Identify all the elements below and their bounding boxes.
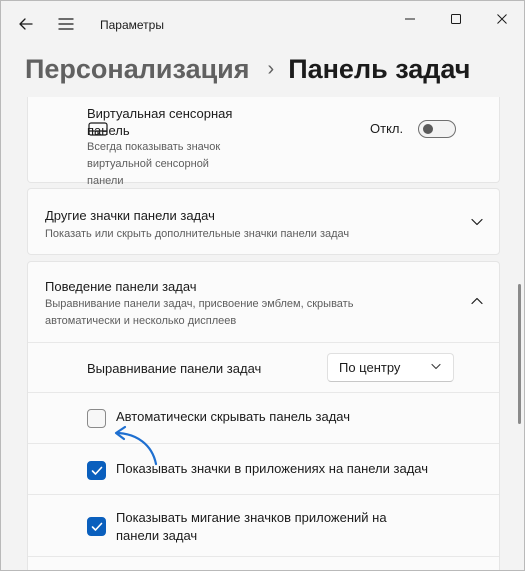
breadcrumb: Персонализация › Панель задач: [25, 49, 470, 89]
hamburger-icon: [58, 18, 74, 30]
next-row: [28, 556, 499, 570]
minimize-button[interactable]: [393, 7, 427, 31]
badges-checkbox[interactable]: [87, 461, 106, 480]
flashing-label[interactable]: Показывать мигание значков приложений на…: [116, 509, 387, 545]
toggle-knob: [423, 124, 433, 134]
alignment-dropdown-value: По центру: [339, 360, 401, 375]
autohide-checkbox[interactable]: [87, 409, 106, 428]
maximize-button[interactable]: [439, 7, 473, 31]
alignment-label: Выравнивание панели задач: [87, 361, 262, 376]
touchpad-icon: [88, 122, 108, 136]
settings-window: Параметры Персонализация › Панель задач: [0, 0, 525, 571]
touchpad-title-line1: Виртуальная сенсорная: [87, 106, 233, 121]
vertical-scrollbar[interactable]: [518, 284, 521, 424]
alignment-dropdown[interactable]: По центру: [327, 353, 454, 382]
back-button[interactable]: [11, 9, 41, 39]
touchpad-setting-card: Виртуальная сенсорная панель Всегда пока…: [27, 97, 500, 187]
touchpad-desc-line2: виртуальной сенсорной: [87, 158, 209, 170]
taskbar-behavior-title: Поведение панели задач: [45, 279, 197, 294]
touchpad-title-line2: панель: [87, 123, 130, 138]
other-icons-expand-button[interactable]: [468, 213, 486, 231]
autohide-row: Автоматически скрывать панель задач: [28, 392, 499, 444]
flashing-label-line1: Показывать мигание значков приложений на: [116, 510, 387, 525]
other-icons-description: Показать или скрыть дополнительные значк…: [45, 228, 350, 240]
chevron-down-icon: [471, 218, 483, 226]
checkmark-icon: [91, 522, 102, 531]
checkmark-icon: [91, 466, 102, 475]
breadcrumb-separator: ›: [267, 57, 275, 80]
alignment-row: Выравнивание панели задач По центру: [28, 342, 499, 393]
close-icon: [497, 14, 507, 24]
minimize-icon: [405, 18, 415, 20]
close-button[interactable]: [485, 7, 519, 31]
annotation-arrow-icon: [114, 425, 158, 466]
taskbar-behavior-desc-line2: автоматически и несколько дисплеев: [45, 315, 237, 327]
flashing-checkbox[interactable]: [87, 517, 106, 536]
other-icons-title: Другие значки панели задач: [45, 208, 215, 223]
taskbar-behavior-collapse-button[interactable]: [468, 292, 486, 310]
taskbar-behavior-header[interactable]: Поведение панели задач Выравнивание пане…: [28, 262, 499, 342]
flashing-row: Показывать мигание значков приложений на…: [28, 494, 499, 557]
settings-content: Виртуальная сенсорная панель Всегда пока…: [1, 97, 524, 570]
chevron-down-icon: [431, 363, 441, 370]
other-icons-card[interactable]: Другие значки панели задач Показать или …: [27, 188, 500, 255]
taskbar-behavior-desc-line1: Выравнивание панели задач, присвоение эм…: [45, 298, 354, 310]
touchpad-desc-line1: Всегда показывать значок: [87, 141, 221, 153]
touchpad-toggle-state: Откл.: [370, 121, 404, 136]
touchpad-toggle[interactable]: [418, 120, 456, 138]
page-title: Панель задач: [288, 53, 471, 84]
badges-row: Показывать значки в приложениях на панел…: [28, 443, 499, 495]
chevron-up-icon: [471, 297, 483, 305]
flashing-label-line2: панели задач: [116, 528, 198, 543]
title-bar: Параметры: [1, 1, 524, 49]
navigation-menu-button[interactable]: [51, 9, 81, 39]
maximize-icon: [451, 14, 461, 24]
app-title: Параметры: [100, 18, 164, 32]
breadcrumb-parent-link[interactable]: Персонализация: [25, 54, 250, 85]
touchpad-setting-text: Виртуальная сенсорная панель Всегда пока…: [87, 105, 232, 190]
back-arrow-icon: [19, 18, 33, 30]
taskbar-behavior-card: Поведение панели задач Выравнивание пане…: [27, 261, 500, 570]
